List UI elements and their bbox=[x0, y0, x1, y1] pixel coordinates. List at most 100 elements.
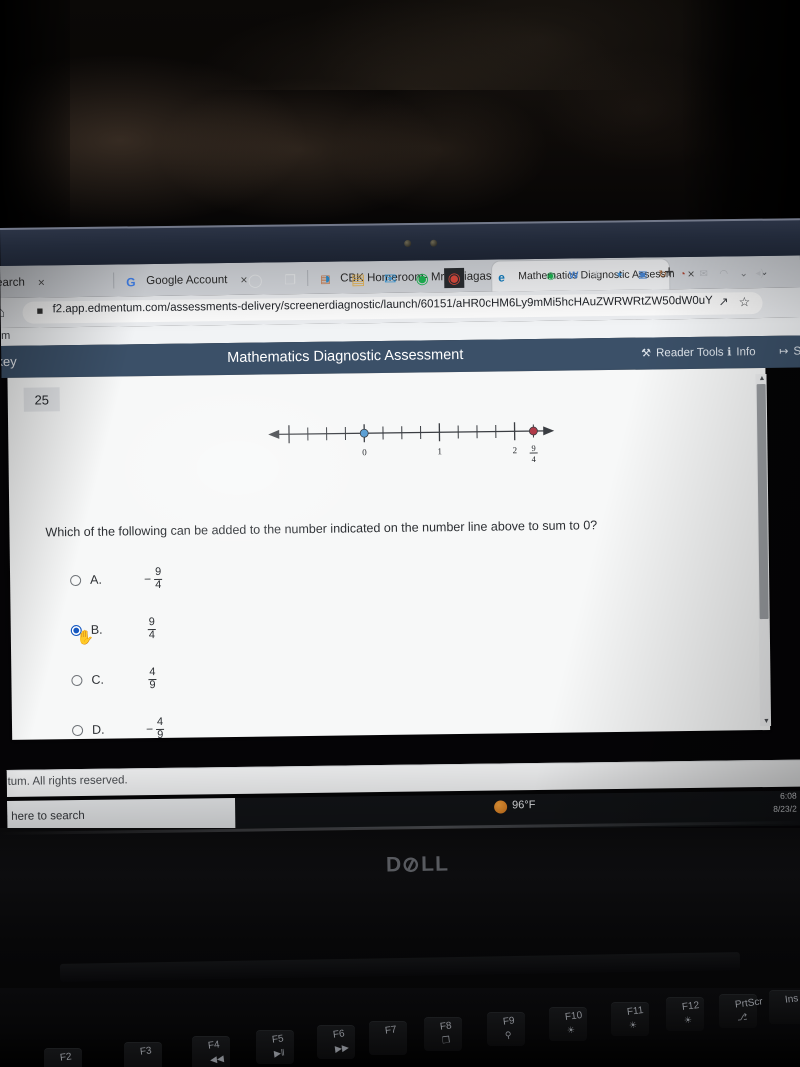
choice-c[interactable]: C. 4 9 bbox=[71, 651, 372, 705]
tray-wifi-icon[interactable]: ◠ bbox=[716, 266, 731, 281]
tray-snowflake-icon[interactable]: ❄ bbox=[589, 268, 604, 283]
tab-separator bbox=[307, 269, 309, 286]
denominator: 9 bbox=[149, 678, 156, 691]
number-line-svg: 0 1 2 94 bbox=[268, 422, 555, 464]
share-icon[interactable]: ↗ bbox=[718, 294, 728, 308]
key-symbol-f5-icon: ▶‖ bbox=[273, 1047, 286, 1059]
key-symbol-prtscr-icon: ⎇ bbox=[736, 1011, 748, 1023]
room-wall bbox=[180, 0, 640, 90]
key-symbol-f10-icon: ☀ bbox=[566, 1024, 576, 1036]
spotify-icon[interactable]: ◉ bbox=[412, 268, 432, 288]
denominator: 9 bbox=[157, 728, 164, 741]
tab-label: le Search bbox=[0, 276, 25, 290]
key-label-f12: F12 bbox=[681, 999, 700, 1014]
task-view-icon[interactable]: ❐ bbox=[280, 270, 300, 290]
origin-point bbox=[359, 428, 369, 438]
key-label-f5: F5 bbox=[271, 1033, 285, 1046]
webcam-indicator-icon bbox=[430, 239, 438, 247]
bookmark-item[interactable]: um bbox=[0, 330, 10, 342]
key-label-ins: Ins bbox=[784, 993, 799, 1006]
choice-d[interactable]: D. − 4 9 bbox=[72, 701, 373, 755]
tray-spotify-icon[interactable]: ◉ bbox=[543, 269, 558, 284]
key-label-f4: F4 bbox=[207, 1039, 221, 1052]
tray-chevron-up-icon[interactable]: ⌄ bbox=[736, 266, 751, 281]
svg-text:9: 9 bbox=[531, 443, 535, 453]
laptop-screen: le Search × G Google Account × ▤ CBK Hom… bbox=[0, 255, 800, 836]
tab-separator bbox=[113, 272, 115, 289]
question-prompt: Which of the following can be added to t… bbox=[45, 518, 598, 540]
svg-text:2: 2 bbox=[513, 445, 518, 455]
svg-text:0: 0 bbox=[362, 447, 367, 457]
header-left-partial: nkey bbox=[0, 353, 17, 370]
question-number-badge: 25 bbox=[23, 387, 60, 412]
info-button[interactable]: ℹ Info bbox=[727, 345, 756, 359]
exit-icon: ↦ bbox=[779, 345, 789, 358]
choice-value-b: 9 4 bbox=[145, 616, 156, 641]
key-symbol-f8-icon: ❐ bbox=[441, 1034, 451, 1046]
denominator: 4 bbox=[155, 578, 162, 591]
copyright-text: entum. All rights reserved. bbox=[0, 774, 128, 789]
number-line-figure: 0 1 2 94 bbox=[256, 413, 567, 469]
tray-battery-icon[interactable]: ✉ bbox=[696, 267, 711, 282]
tab-cbk-homeroom[interactable]: ▤ CBK Homeroom- Mrs. Biagas × bbox=[314, 261, 512, 293]
key-label-f3: F3 bbox=[139, 1045, 153, 1058]
key-symbol-f6-icon: ▶▶ bbox=[334, 1042, 350, 1054]
mail-icon[interactable]: ✉ bbox=[380, 269, 400, 289]
edge-favicon: e bbox=[498, 269, 505, 284]
numerator: 9 bbox=[153, 566, 163, 580]
room-shadow-right bbox=[680, 0, 800, 232]
dell-logo: D⊘LL bbox=[386, 851, 450, 879]
plotted-point bbox=[529, 426, 538, 436]
tab-search[interactable]: le Search × bbox=[0, 267, 112, 299]
tray-security-icon[interactable]: ◔ bbox=[675, 267, 690, 282]
radio-a[interactable] bbox=[70, 574, 82, 586]
edge-icon[interactable]: ◑ bbox=[316, 270, 336, 290]
weather-temperature[interactable]: 96°F bbox=[512, 799, 536, 811]
scroll-down-icon[interactable]: ▼ bbox=[763, 718, 770, 725]
tab-label: Google Account bbox=[146, 274, 228, 288]
svg-text:4: 4 bbox=[532, 454, 537, 464]
save-button[interactable]: ↦ Sa bbox=[779, 344, 800, 358]
radio-d[interactable] bbox=[72, 724, 84, 736]
laptop-keyboard[interactable]: F2 F3 F4 ◀◀ F5 ▶‖ F6 ▶▶ F7 F8 ❐ F9 ⚲ F10 ☀ F11 ☀ F12 ☀ PrtS… bbox=[0, 988, 800, 1067]
minus-sign: − bbox=[144, 572, 152, 587]
google-favicon: G bbox=[126, 274, 136, 289]
numerator: 4 bbox=[155, 716, 165, 730]
denominator: 4 bbox=[148, 628, 156, 641]
question-panel: 25 01294 Which of the following can be a… bbox=[7, 367, 771, 740]
svg-text:1: 1 bbox=[437, 446, 442, 456]
radio-c[interactable] bbox=[71, 674, 83, 686]
key-label-f8: F8 bbox=[439, 1020, 453, 1033]
key-symbol-f4-icon: ◀◀ bbox=[209, 1053, 225, 1065]
tab-close-icon[interactable]: × bbox=[38, 275, 45, 289]
wrench-icon: ⚒ bbox=[641, 347, 652, 360]
cortana-icon[interactable]: ◯ bbox=[245, 271, 265, 291]
key-label-f2: F2 bbox=[59, 1051, 73, 1064]
key-label-f7: F7 bbox=[384, 1024, 398, 1037]
tray-volume-icon[interactable]: ◂) bbox=[752, 266, 767, 281]
dell-logo-ll: LL bbox=[420, 852, 450, 876]
chrome-icon[interactable]: ◉ bbox=[444, 267, 465, 289]
tray-onedrive-icon[interactable]: ▣ bbox=[635, 267, 650, 282]
tray-word-icon[interactable]: W bbox=[566, 268, 581, 283]
taskbar-clock[interactable]: 6:08 8/23/2 bbox=[773, 790, 797, 816]
reader-tools-label: Reader Tools bbox=[655, 346, 724, 359]
file-explorer-icon[interactable]: ▤ bbox=[348, 269, 368, 289]
bookmark-star-icon[interactable]: ☆ bbox=[738, 294, 750, 310]
scroll-up-icon[interactable]: ▲ bbox=[758, 375, 765, 382]
home-icon[interactable]: ⌂ bbox=[0, 304, 5, 320]
weather-icon[interactable] bbox=[494, 800, 508, 814]
lock-icon[interactable]: ■ bbox=[37, 305, 44, 317]
choice-b[interactable]: ✋ B. 9 4 bbox=[70, 601, 371, 655]
webcam-icon bbox=[404, 239, 412, 248]
key-symbol-f9-icon: ⚲ bbox=[504, 1029, 513, 1041]
reader-tools-button[interactable]: ⚒ Reader Tools bbox=[641, 346, 724, 360]
tray-bluetooth-icon[interactable]: ✶ bbox=[612, 268, 627, 283]
tray-sync-icon[interactable]: ↻ bbox=[655, 267, 670, 282]
key-label-f10: F10 bbox=[564, 1009, 583, 1024]
choice-a[interactable]: A. − 9 4 bbox=[70, 551, 371, 605]
room-shadow-left bbox=[0, 0, 70, 232]
choice-letter: B. bbox=[90, 622, 103, 637]
info-label: Info bbox=[736, 345, 756, 358]
choice-letter: C. bbox=[91, 672, 105, 687]
